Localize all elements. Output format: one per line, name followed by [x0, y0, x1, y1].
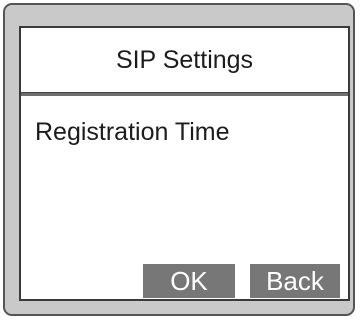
phone-screen: SIP Settings Registration Time OK Back [19, 26, 350, 301]
ok-button[interactable]: OK [143, 264, 235, 298]
page-title: SIP Settings [115, 45, 254, 74]
menu-item-registration-time[interactable]: Registration Time [35, 118, 230, 147]
content-area: Registration Time [35, 118, 230, 147]
title-bar: SIP Settings [21, 28, 348, 92]
device-frame: SIP Settings Registration Time OK Back [3, 3, 355, 316]
title-divider [21, 92, 348, 96]
back-button[interactable]: Back [250, 264, 340, 298]
